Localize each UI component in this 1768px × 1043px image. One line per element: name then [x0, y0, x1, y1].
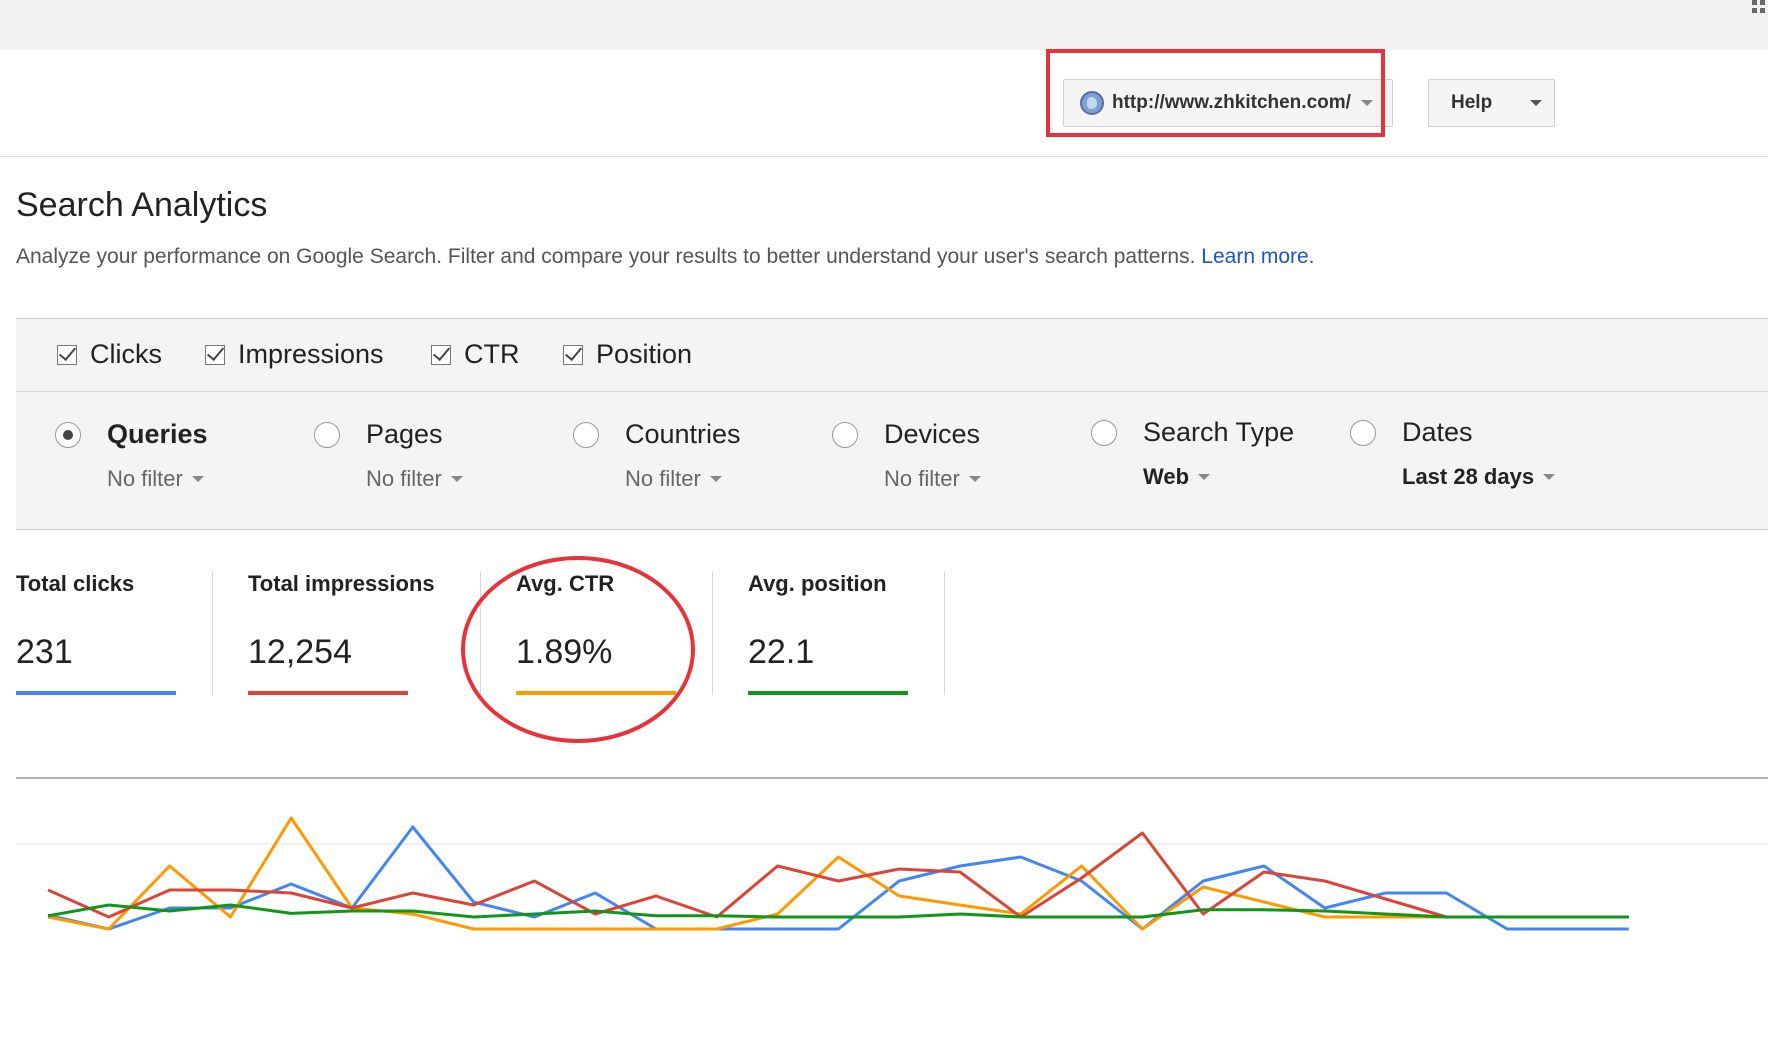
filter-value: No filter [625, 466, 701, 491]
chevron-down-icon [968, 476, 981, 482]
series-line-impressions [47, 831, 1629, 919]
dimension-label: Countries [625, 419, 741, 449]
header: http://www.zhkitchen.com/ Help [0, 50, 1768, 157]
divider [480, 571, 481, 695]
radio-icon[interactable] [314, 421, 340, 448]
stat-value: 231 [16, 633, 73, 671]
stat-label: Avg. position [748, 571, 887, 596]
stat-total-impressions[interactable]: Total impressions 12,254 [248, 571, 435, 695]
impressions-checkbox[interactable]: Impressions [205, 339, 384, 370]
chart-grid [16, 777, 1768, 845]
stat-color-bar [16, 691, 176, 695]
dimension-head: Search Type [1091, 417, 1294, 448]
site-selector[interactable]: http://www.zhkitchen.com/ [1063, 79, 1393, 127]
radio-icon[interactable] [573, 421, 599, 448]
dimension-label: Queries [107, 419, 208, 449]
stat-label: Total impressions [248, 571, 435, 596]
page-description: Analyze your performance on Google Searc… [16, 245, 1315, 269]
filter-dropdown[interactable]: No filter [107, 466, 208, 492]
clicks-checkbox[interactable]: Clicks [57, 339, 162, 370]
divider [712, 571, 713, 695]
description-text: Analyze your performance on Google Searc… [16, 245, 1196, 268]
help-button[interactable]: Help [1428, 79, 1555, 127]
learn-more-link[interactable]: Learn more. [1201, 245, 1314, 268]
checkbox-label: Impressions [238, 339, 384, 369]
divider [944, 571, 945, 695]
page-title: Search Analytics [16, 186, 268, 224]
dimension-queries[interactable]: Queries No filter [55, 419, 208, 492]
checkbox-label: CTR [464, 339, 520, 369]
stat-avg-ctr[interactable]: Avg. CTR 1.89% [516, 571, 676, 695]
dimension-head: Countries [573, 419, 741, 450]
stat-color-bar [748, 691, 908, 695]
dimension-label: Devices [884, 419, 981, 449]
checkbox-label: Position [596, 339, 693, 369]
stat-color-bar [248, 691, 408, 695]
site-url: http://www.zhkitchen.com/ [1112, 92, 1351, 113]
stat-label: Avg. CTR [516, 571, 615, 596]
series-line-position [47, 903, 1629, 919]
stat-avg-position[interactable]: Avg. position 22.1 [748, 571, 908, 695]
filter-value: Last 28 days [1402, 464, 1535, 489]
checkbox-icon [57, 344, 77, 365]
divider [212, 571, 213, 695]
chart-svg [16, 777, 1768, 931]
chevron-down-icon [1360, 100, 1373, 106]
checkbox-icon [205, 344, 225, 365]
apps-grid-icon[interactable] [1752, 0, 1766, 14]
radio-icon[interactable] [1350, 419, 1376, 446]
globe-icon [1080, 91, 1104, 115]
dimension-head: Pages [314, 419, 463, 450]
dimension-search-type[interactable]: Search Type Web [1091, 417, 1294, 490]
dimension-label: Pages [366, 419, 443, 449]
stat-value: 22.1 [748, 633, 815, 671]
chevron-down-icon [450, 476, 463, 482]
stat-value: 1.89% [516, 633, 613, 671]
checkbox-icon [431, 344, 451, 365]
performance-chart [16, 777, 1768, 1038]
filter-value: No filter [366, 466, 442, 491]
top-bar [0, 0, 1768, 50]
dimension-head: Queries [55, 419, 208, 450]
dimension-label: Search Type [1143, 417, 1295, 447]
stat-total-clicks[interactable]: Total clicks 231 [16, 571, 176, 695]
chevron-down-icon [1530, 100, 1542, 106]
filter-dropdown[interactable]: Web [1143, 464, 1294, 490]
chevron-down-icon [1543, 474, 1556, 480]
filter-dropdown[interactable]: No filter [625, 466, 741, 492]
position-checkbox[interactable]: Position [563, 339, 692, 370]
stat-value: 12,254 [248, 633, 352, 671]
filter-value: No filter [884, 466, 960, 491]
dimension-head: Dates [1350, 417, 1555, 448]
radio-icon[interactable] [832, 421, 858, 448]
chart-series [47, 816, 1629, 931]
stat-color-bar [516, 691, 676, 695]
dimension-head: Devices [832, 419, 981, 450]
chevron-down-icon [709, 476, 722, 482]
checkbox-label: Clicks [90, 339, 162, 369]
radio-icon[interactable] [55, 421, 81, 448]
filter-value: No filter [107, 466, 183, 491]
chevron-down-icon [191, 476, 204, 482]
filter-dropdown[interactable]: No filter [366, 466, 463, 492]
metrics-row: Clicks Impressions CTR Position [16, 319, 1768, 392]
dimension-dates[interactable]: Dates Last 28 days [1350, 417, 1556, 490]
filter-value: Web [1143, 464, 1190, 489]
help-label: Help [1451, 92, 1493, 113]
filter-dropdown[interactable]: No filter [884, 466, 981, 492]
checkbox-icon [563, 344, 583, 365]
radio-icon[interactable] [1091, 419, 1117, 446]
dimension-devices[interactable]: Devices No filter [832, 419, 981, 492]
filter-dropdown[interactable]: Last 28 days [1402, 464, 1556, 490]
chevron-down-icon [1198, 474, 1211, 480]
dimension-countries[interactable]: Countries No filter [573, 419, 741, 492]
ctr-checkbox[interactable]: CTR [431, 339, 520, 370]
dimension-pages[interactable]: Pages No filter [314, 419, 463, 492]
stat-label: Total clicks [16, 571, 135, 596]
filter-panel: Clicks Impressions CTR Position Queries … [16, 318, 1768, 530]
dimension-label: Dates [1402, 417, 1473, 447]
